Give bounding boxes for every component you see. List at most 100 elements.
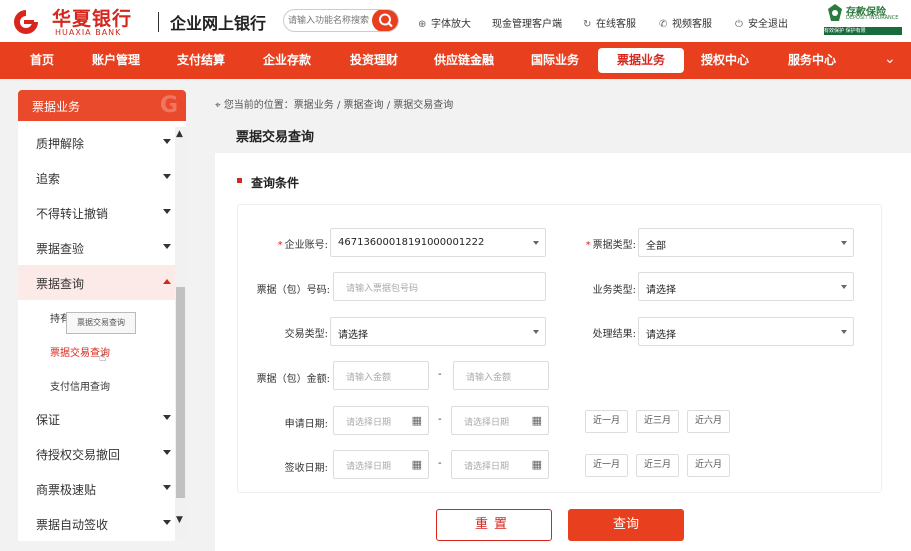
- calendar-icon: ▦: [411, 458, 422, 471]
- sign-last-month-button[interactable]: 近一月: [585, 454, 628, 477]
- nav-account[interactable]: 账户管理: [85, 42, 147, 79]
- chevron-down-icon[interactable]: ⌄: [884, 51, 896, 67]
- sign-date-start[interactable]: 请选择日期 ▦: [333, 450, 429, 479]
- amount-max-input[interactable]: 请输入金额: [453, 361, 549, 390]
- amount-min-input[interactable]: 请输入金额: [333, 361, 429, 390]
- caret-down-icon: [163, 450, 171, 455]
- brand-name-en: HUAXIA BANK: [55, 28, 122, 37]
- brand-name: 华夏银行: [52, 8, 133, 30]
- cash-client-link[interactable]: 现金管理客户端: [492, 15, 562, 30]
- caret-up-icon: [163, 279, 171, 284]
- chevron-up-icon[interactable]: ▲: [176, 129, 183, 139]
- nav-supply-chain[interactable]: 供应链金融: [428, 42, 500, 79]
- account-select[interactable]: 46713600018191000001222: [330, 228, 546, 257]
- caret-down-icon: [533, 330, 539, 334]
- hand-cursor-icon: ☝: [99, 350, 107, 364]
- range-dash: -: [438, 458, 442, 469]
- power-icon: ⏻: [735, 19, 743, 30]
- sign-date-label: 签收日期:: [284, 463, 328, 474]
- huaxia-logo-icon: [14, 10, 38, 34]
- calendar-icon: ▦: [531, 458, 542, 471]
- tx-type-label: 交易类型:: [284, 329, 328, 340]
- caret-down-icon: [163, 520, 171, 525]
- sidebar-item-auto-sign[interactable]: 票据自动签收: [18, 506, 176, 541]
- caret-down-icon: [841, 241, 847, 245]
- calendar-icon: ▦: [411, 414, 422, 427]
- breadcrumb: ⌖ 您当前的位置：票据业务 / 票据查询 / 票据交易查询: [215, 100, 454, 111]
- top-header: 华夏银行 HUAXIA BANK 企业网上银行 ⊕字体放大 现金管理客户端 ↻在…: [0, 0, 911, 42]
- caret-down-icon: [841, 330, 847, 334]
- amount-label: 票据（包）金额:: [256, 374, 330, 385]
- nav-service[interactable]: 服务中心: [781, 42, 843, 79]
- sidebar-item-quick-discount[interactable]: 商票极速贴: [18, 471, 176, 506]
- function-search[interactable]: [283, 9, 399, 32]
- bill-number-input[interactable]: 请输入票据包号码: [333, 272, 546, 301]
- search-button[interactable]: [372, 10, 398, 31]
- deposit-insurance-badge[interactable]: 存款保险 DEPOSIT INSURANCE 有效保护 保护有限: [822, 2, 906, 40]
- apply-date-label: 申请日期:: [284, 419, 328, 430]
- font-zoom-link[interactable]: ⊕ 字体放大: [418, 15, 471, 30]
- caret-down-icon: [163, 209, 171, 214]
- sidebar-item-nontransfer-revoke[interactable]: 不得转让撤销: [18, 195, 176, 230]
- caret-down-icon: [163, 244, 171, 249]
- sign-last-3months-button[interactable]: 近三月: [636, 454, 679, 477]
- sidebar-subitem-credit-query[interactable]: 支付信用查询: [50, 378, 110, 393]
- caret-down-icon: [163, 415, 171, 420]
- function-search-input[interactable]: [288, 13, 372, 29]
- nav-investment[interactable]: 投资理财: [343, 42, 405, 79]
- nav-payment[interactable]: 支付结算: [170, 42, 232, 79]
- result-select[interactable]: 请选择: [638, 317, 854, 346]
- caret-down-icon: [163, 485, 171, 490]
- section-marker: [237, 178, 242, 183]
- nav-authorization[interactable]: 授权中心: [694, 42, 756, 79]
- main-nav: 首页 账户管理 支付结算 企业存款 投资理财 供应链金融 国际业务 票据业务 授…: [0, 42, 911, 79]
- sidebar-item-bill-query[interactable]: 票据查询: [18, 265, 176, 300]
- deposit-insurance-logo-icon: [828, 4, 842, 21]
- nav-deposit[interactable]: 企业存款: [256, 42, 318, 79]
- video-service-link[interactable]: ✆ 视频客服: [659, 15, 712, 30]
- caret-down-icon: [163, 174, 171, 179]
- caret-down-icon: [841, 285, 847, 289]
- sidebar-item-pledge-release[interactable]: 质押解除: [18, 125, 176, 160]
- sidebar-item-guarantee[interactable]: 保证: [18, 401, 176, 436]
- online-service-link[interactable]: ↻ 在线客服: [583, 15, 636, 30]
- refresh-icon: ↻: [583, 19, 592, 30]
- account-label: * 企业账号:: [277, 240, 328, 251]
- scrollbar-thumb[interactable]: [176, 287, 185, 498]
- tooltip: 票据交易查询: [66, 312, 136, 334]
- apply-last-6months-button[interactable]: 近六月: [687, 410, 730, 433]
- apply-last-3months-button[interactable]: 近三月: [636, 410, 679, 433]
- apply-date-end[interactable]: 请选择日期 ▦: [451, 406, 549, 435]
- sidebar-item-recourse[interactable]: 追索: [18, 160, 176, 195]
- section-title: 查询条件: [251, 176, 300, 190]
- apply-date-start[interactable]: 请选择日期 ▦: [333, 406, 429, 435]
- biz-type-label: 业务类型:: [592, 285, 636, 296]
- brand-divider: [158, 12, 159, 32]
- sign-date-end[interactable]: 请选择日期 ▦: [451, 450, 549, 479]
- location-pin-icon: ⌖: [215, 100, 224, 111]
- sign-last-6months-button[interactable]: 近六月: [687, 454, 730, 477]
- query-button[interactable]: 查询: [568, 509, 684, 541]
- apply-last-month-button[interactable]: 近一月: [585, 410, 628, 433]
- sidebar-item-pending-withdraw[interactable]: 待授权交易撤回: [18, 436, 176, 471]
- phone-icon: ✆: [659, 19, 668, 30]
- reset-button[interactable]: 重置: [436, 509, 552, 541]
- calendar-icon: ▦: [531, 414, 542, 427]
- range-dash: -: [438, 369, 442, 380]
- nav-bills[interactable]: 票据业务: [598, 48, 684, 73]
- site-subtitle: 企业网上银行: [170, 14, 267, 33]
- biz-type-select[interactable]: 请选择: [638, 272, 854, 301]
- bill-type-label: * 票据类型:: [585, 240, 636, 251]
- chevron-down-icon[interactable]: ▼: [176, 515, 183, 525]
- bill-number-label: 票据（包）号码:: [256, 285, 330, 296]
- result-label: 处理结果:: [592, 329, 636, 340]
- tx-type-select[interactable]: 请选择: [330, 317, 546, 346]
- caret-down-icon: [163, 139, 171, 144]
- brand-watermark-icon: G: [159, 93, 178, 118]
- nav-international[interactable]: 国际业务: [524, 42, 586, 79]
- bill-type-select[interactable]: 全部: [638, 228, 854, 257]
- logout-link[interactable]: ⏻ 安全退出: [735, 15, 788, 30]
- nav-home[interactable]: 首页: [18, 42, 66, 79]
- sidebar-item-bill-verify[interactable]: 票据查验: [18, 230, 176, 265]
- search-zoom-icon: ⊕: [418, 19, 427, 30]
